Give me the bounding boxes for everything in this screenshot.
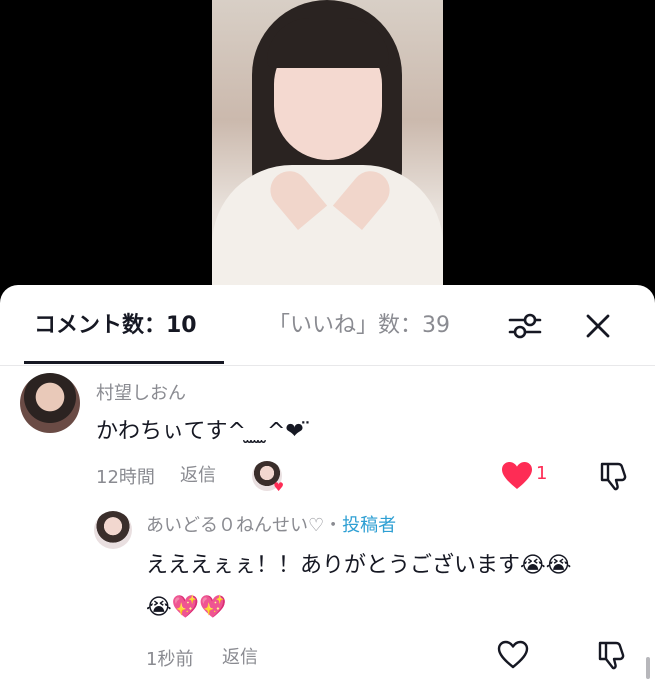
reply-button[interactable]: 返信: [222, 643, 258, 669]
creator-avatar[interactable]: [94, 511, 132, 549]
video-heart-hands-shape: [294, 175, 364, 235]
dislike-button[interactable]: [597, 640, 627, 670]
filter-button[interactable]: [506, 307, 544, 345]
heart-icon: [502, 462, 532, 489]
reply-button[interactable]: 返信: [180, 461, 216, 487]
heart-outline-icon: [497, 640, 529, 669]
comments-sheet: コメント数：10 「いいね」数：39 村望しおん かわちぃてす^ ̫ ̫ ̫^❤…: [0, 285, 655, 680]
like-button[interactable]: [497, 640, 529, 670]
video-player[interactable]: [212, 0, 443, 300]
comment-text: かわちぃてす^ ̫ ̫ ̫^❤︎ ̈: [96, 419, 311, 444]
commenter-avatar[interactable]: [20, 373, 80, 433]
reply-timestamp: 1秒前: [146, 649, 194, 670]
thumbs-down-icon: [600, 462, 627, 491]
creator-username-line: あいどる０ねんせい♡・投稿者: [146, 511, 396, 537]
like-button[interactable]: [501, 461, 533, 491]
scrollbar[interactable]: [646, 657, 650, 679]
creator-liked-heart-icon: ♥: [273, 480, 284, 494]
dislike-button[interactable]: [599, 461, 629, 491]
thumbs-down-icon: [598, 641, 625, 670]
commenter-username[interactable]: 村望しおん: [96, 379, 186, 405]
close-button[interactable]: [579, 307, 617, 345]
comment-timestamp: 12時間: [96, 467, 155, 488]
tab-comments[interactable]: コメント数：10: [34, 311, 197, 341]
reply-text-line-1: えええぇぇ！！ありがとうございます😭😭: [146, 553, 572, 578]
creator-separator: ・: [324, 515, 343, 536]
active-tab-indicator: [24, 361, 224, 364]
filter-sliders-icon: [508, 313, 542, 339]
creator-username[interactable]: あいどる０ねんせい♡: [146, 515, 324, 536]
creator-badge: 投稿者: [342, 515, 397, 536]
tab-likes[interactable]: 「いいね」数：39: [268, 311, 450, 341]
creator-liked-avatar: ♥: [252, 461, 284, 494]
comments-tab-bar: コメント数：10 「いいね」数：39: [0, 285, 655, 366]
like-count: 1: [536, 463, 548, 484]
close-icon: [586, 314, 610, 338]
video-bangs-shape: [267, 18, 389, 68]
reply-text-line-2: 😭💖💖: [146, 595, 227, 620]
